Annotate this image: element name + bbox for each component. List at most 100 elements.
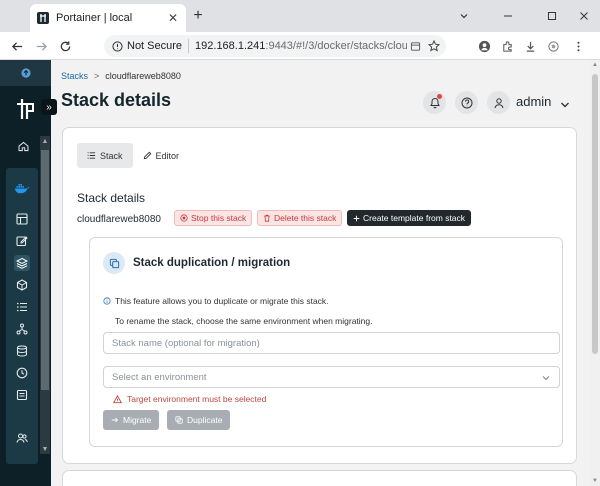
scroll-down-icon[interactable]: ▼ bbox=[590, 476, 600, 486]
help-circle-icon bbox=[461, 97, 472, 108]
networks-icon[interactable] bbox=[14, 321, 30, 337]
section-title: Stack details bbox=[77, 191, 146, 205]
images-list-icon[interactable] bbox=[14, 299, 30, 315]
arrow-right-icon bbox=[111, 416, 119, 424]
reload-icon bbox=[60, 40, 70, 51]
portainer-favicon-icon bbox=[36, 11, 50, 25]
user-name[interactable]: admin bbox=[516, 94, 551, 109]
stack-name-field[interactable] bbox=[103, 332, 560, 354]
warning-circle-icon bbox=[112, 40, 123, 52]
chevron-down-icon[interactable] bbox=[442, 0, 486, 32]
sidebar-scrollbar[interactable]: ▲ ▼ bbox=[40, 136, 50, 454]
migration-info: This feature allows you to duplicate or … bbox=[103, 296, 329, 306]
chevron-down-icon bbox=[541, 373, 551, 383]
duplicate-button[interactable]: Duplicate bbox=[167, 410, 231, 430]
plus-icon bbox=[353, 215, 360, 222]
page-scroll-thumb[interactable] bbox=[592, 74, 598, 354]
browser-tab-bar: Portainer | local ✕ + bbox=[0, 0, 600, 32]
scroll-up-icon[interactable]: ▲ bbox=[590, 60, 600, 70]
user-menu-chevron-icon[interactable] bbox=[560, 97, 570, 108]
arrow-left-icon bbox=[11, 41, 22, 51]
security-indicator[interactable]: Not Secure bbox=[108, 39, 190, 53]
extensions-icon[interactable] bbox=[499, 38, 515, 54]
dashboard-icon[interactable] bbox=[14, 211, 30, 227]
extension-puzzle-icon[interactable] bbox=[545, 38, 561, 54]
bookmark-star-icon[interactable] bbox=[426, 38, 442, 54]
main-content: Stacks > cloudflareweb8080 Stack details a… bbox=[51, 60, 600, 486]
environment-error: Target environment must be selected bbox=[113, 394, 266, 404]
trash-icon bbox=[263, 214, 271, 222]
migrate-label: Migrate bbox=[123, 415, 152, 425]
next-panel bbox=[62, 470, 577, 486]
security-label: Not Secure bbox=[127, 40, 183, 52]
back-button[interactable] bbox=[8, 37, 26, 55]
url-text: 192.168.1.241:9443/#!/3/docker/stacks/cl… bbox=[195, 40, 407, 52]
list-icon bbox=[87, 151, 96, 160]
create-template-button[interactable]: Create template from stack bbox=[347, 210, 472, 226]
notification-dot bbox=[437, 94, 442, 99]
minimize-window-button[interactable] bbox=[486, 0, 530, 32]
upgrade-icon bbox=[20, 68, 31, 78]
downloads-icon[interactable] bbox=[522, 38, 538, 54]
stop-stack-label: Stop this stack bbox=[191, 213, 247, 223]
warning-triangle-icon bbox=[113, 394, 122, 404]
notifications-button[interactable] bbox=[423, 91, 446, 114]
scroll-down-icon[interactable]: ▼ bbox=[40, 444, 50, 454]
breadcrumb-stacks-link[interactable]: Stacks bbox=[61, 71, 88, 81]
close-window-button[interactable] bbox=[562, 0, 600, 32]
close-tab-icon[interactable]: ✕ bbox=[166, 11, 180, 25]
user-icon bbox=[494, 97, 503, 108]
migration-card: Stack duplication / migration This featu… bbox=[89, 237, 563, 447]
templates-edit-icon[interactable] bbox=[14, 233, 30, 249]
profile-icon[interactable] bbox=[476, 38, 492, 54]
tab-editor-label: Editor bbox=[155, 150, 180, 161]
tab-title: Portainer | local bbox=[56, 12, 133, 24]
stack-details-panel: Stack Editor Stack details cloudflareweb… bbox=[62, 127, 577, 464]
copy-icon bbox=[103, 252, 125, 274]
browser-menu-icon[interactable] bbox=[570, 38, 586, 54]
migration-title: Stack duplication / migration bbox=[133, 257, 291, 269]
expand-sidebar-button[interactable]: » bbox=[41, 99, 57, 115]
help-button[interactable] bbox=[455, 91, 478, 114]
duplicate-label: Duplicate bbox=[187, 415, 223, 425]
forward-button[interactable] bbox=[32, 37, 50, 55]
events-clock-icon[interactable] bbox=[14, 365, 30, 381]
delete-stack-label: Delete this stack bbox=[274, 213, 337, 223]
stack-tabs: Stack Editor bbox=[77, 143, 189, 168]
migrate-button[interactable]: Migrate bbox=[103, 410, 160, 430]
environment-error-text: Target environment must be selected bbox=[127, 394, 267, 404]
reload-button[interactable] bbox=[56, 37, 74, 55]
migration-info-text: This feature allows you to duplicate or … bbox=[115, 296, 329, 306]
environment-select[interactable]: Select an environment bbox=[103, 366, 560, 388]
sidebar-top-strip[interactable] bbox=[0, 60, 51, 86]
create-template-label: Create template from stack bbox=[363, 213, 466, 223]
host-icon[interactable] bbox=[14, 387, 30, 403]
containers-cube-icon[interactable] bbox=[14, 277, 30, 293]
tab-stack-label: Stack bbox=[100, 150, 123, 161]
stop-circle-icon bbox=[180, 214, 188, 222]
browser-toolbar: Not Secure 192.168.1.241:9443/#!/3/docke… bbox=[0, 32, 600, 60]
pencil-icon bbox=[143, 151, 152, 160]
home-icon[interactable] bbox=[17, 140, 33, 156]
stack-name-input[interactable] bbox=[112, 337, 551, 349]
tab-editor[interactable]: Editor bbox=[133, 143, 190, 168]
new-tab-button[interactable]: + bbox=[189, 7, 207, 25]
users-icon[interactable] bbox=[14, 430, 30, 446]
sidebar: » ▲ ▼ bbox=[0, 60, 57, 486]
stop-stack-button[interactable]: Stop this stack bbox=[174, 210, 253, 226]
delete-stack-button[interactable]: Delete this stack bbox=[257, 210, 343, 226]
tab-stack[interactable]: Stack bbox=[77, 143, 133, 168]
site-menu-icon[interactable] bbox=[407, 38, 423, 54]
address-bar[interactable]: Not Secure 192.168.1.241:9443/#!/3/docke… bbox=[104, 35, 446, 57]
user-avatar[interactable] bbox=[487, 91, 510, 114]
scroll-up-icon[interactable]: ▲ bbox=[40, 136, 50, 146]
portainer-logo-icon[interactable] bbox=[14, 97, 36, 121]
docker-whale-icon[interactable] bbox=[14, 180, 30, 196]
page-scrollbar[interactable]: ▲ ▼ bbox=[590, 60, 600, 486]
stacks-layers-icon[interactable] bbox=[14, 255, 30, 271]
volumes-database-icon[interactable] bbox=[14, 343, 30, 359]
sidebar-scroll-thumb[interactable] bbox=[41, 150, 49, 390]
arrow-right-icon bbox=[36, 41, 47, 51]
info-icon bbox=[103, 297, 111, 305]
browser-tab[interactable]: Portainer | local ✕ bbox=[30, 4, 186, 32]
